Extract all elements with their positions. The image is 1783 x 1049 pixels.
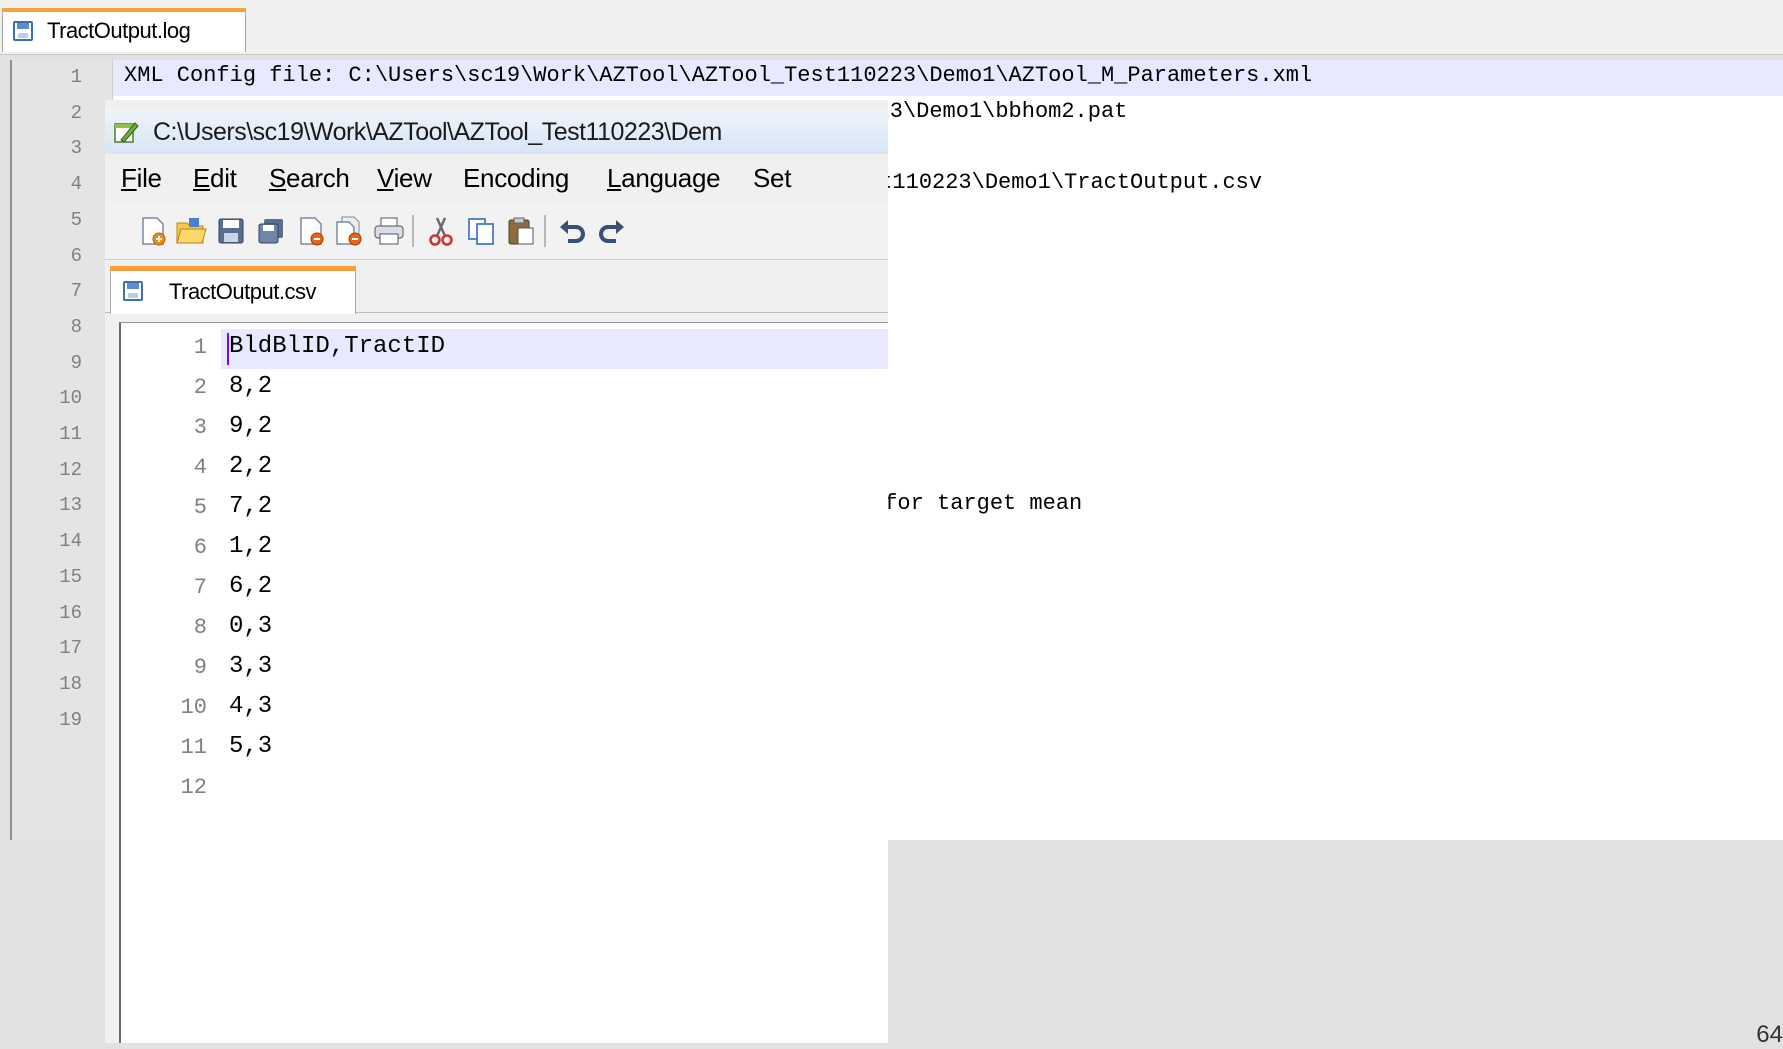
page-number: 64 [1756, 1021, 1783, 1048]
front-tab-bar: TractOutput.csv [105, 260, 888, 314]
close-all-icon[interactable] [331, 213, 367, 249]
close-icon[interactable] [293, 213, 329, 249]
line-number: 1 [70, 66, 82, 88]
open-file-icon[interactable] [173, 213, 209, 249]
line-number: 11 [59, 423, 82, 445]
cut-icon[interactable] [423, 213, 459, 249]
line-number: 13 [59, 494, 82, 517]
csv-line: 6,2 [229, 573, 273, 600]
line-number: 14 [59, 530, 82, 553]
paste-icon[interactable] [503, 213, 539, 249]
line-number: 10 [59, 387, 82, 410]
back-tab-bar: TractOutput.log [0, 0, 1783, 55]
toolbar-separator [544, 215, 546, 247]
notepad-app-icon [114, 122, 139, 143]
csv-line: 0,3 [229, 613, 273, 640]
line-number: 8 [193, 615, 207, 640]
csv-line: 3,3 [229, 653, 273, 680]
line-number: 6 [193, 535, 207, 560]
line-number: 12 [180, 775, 207, 800]
csv-line: 1,2 [229, 533, 273, 560]
text-caret [227, 333, 229, 365]
csv-line: 4,3 [229, 693, 273, 720]
line-number: 19 [59, 708, 82, 731]
line-number: 9 [70, 351, 82, 374]
line-number: 2 [70, 101, 82, 124]
copy-icon[interactable] [463, 213, 499, 249]
new-file-icon[interactable] [135, 213, 171, 249]
menu-settings[interactable]: Set [753, 163, 791, 194]
redo-icon[interactable] [593, 213, 629, 249]
toolbar [105, 203, 888, 260]
line-number: 17 [59, 637, 82, 660]
menu-bar: File Edit Search View Encoding Language … [105, 155, 888, 203]
csv-line: BldBlID,TractID [229, 333, 446, 360]
saved-file-icon [13, 21, 33, 41]
csv-line: 9,2 [229, 413, 273, 440]
menu-search[interactable]: Search [269, 163, 350, 194]
line-number: 2 [193, 375, 207, 400]
csv-line: 2,2 [229, 453, 273, 480]
title-bar[interactable]: C:\Users\sc19\Work\AZTool\AZTool_Test110… [105, 110, 888, 154]
save-icon[interactable] [213, 213, 249, 249]
menu-view[interactable]: View [377, 163, 432, 194]
csv-editor-area[interactable]: 1 BldBlID,TractID 2 8,2 3 9,2 4 2,2 5 7,2 6 1,2 7 6,2… [119, 322, 888, 1043]
line-number: 16 [59, 601, 82, 624]
line-number: 9 [193, 655, 207, 680]
line-number: 3 [70, 137, 82, 160]
tab-tractoutput-csv[interactable]: TractOutput.csv [110, 266, 356, 314]
csv-line: 8,2 [229, 373, 273, 400]
line-number: 5 [193, 495, 207, 520]
line-number: 7 [70, 280, 82, 303]
line-number: 1 [193, 335, 207, 360]
undo-icon[interactable] [555, 213, 591, 249]
tab-label: TractOutput.csv [169, 279, 316, 304]
window-title: C:\Users\sc19\Work\AZTool\AZTool_Test110… [153, 118, 722, 146]
csv-line: 5,3 [229, 733, 273, 760]
toolbar-separator [412, 215, 414, 247]
tab-tractoutput-log[interactable]: TractOutput.log [2, 8, 246, 52]
menu-file[interactable]: File [121, 163, 162, 194]
menu-encoding[interactable]: Encoding [463, 163, 569, 194]
saved-file-icon [123, 281, 143, 301]
line-number: 5 [70, 208, 82, 231]
line-number: 7 [193, 575, 207, 600]
notepadpp-window: C:\Users\sc19\Work\AZTool\AZTool_Test110… [105, 100, 888, 1043]
menu-edit[interactable]: Edit [193, 163, 237, 194]
line-number: 11 [180, 735, 207, 760]
csv-line: 7,2 [229, 493, 273, 520]
line-number: 8 [70, 315, 82, 338]
save-all-icon[interactable] [253, 213, 289, 249]
line-number: 12 [59, 458, 82, 481]
line-number: 6 [70, 244, 82, 267]
print-icon[interactable] [371, 213, 407, 249]
line-number: 4 [193, 455, 207, 480]
log-line-1: XML Config file: C:\Users\sc19\Work\AZTo… [124, 63, 1313, 88]
line-number: 10 [180, 695, 207, 720]
line-number: 15 [59, 565, 82, 588]
line-number: 3 [193, 415, 207, 440]
line-number: 18 [59, 672, 82, 695]
menu-language[interactable]: Language [607, 163, 721, 194]
line-number: 4 [70, 173, 82, 196]
tab-label: TractOutput.log [47, 18, 191, 43]
